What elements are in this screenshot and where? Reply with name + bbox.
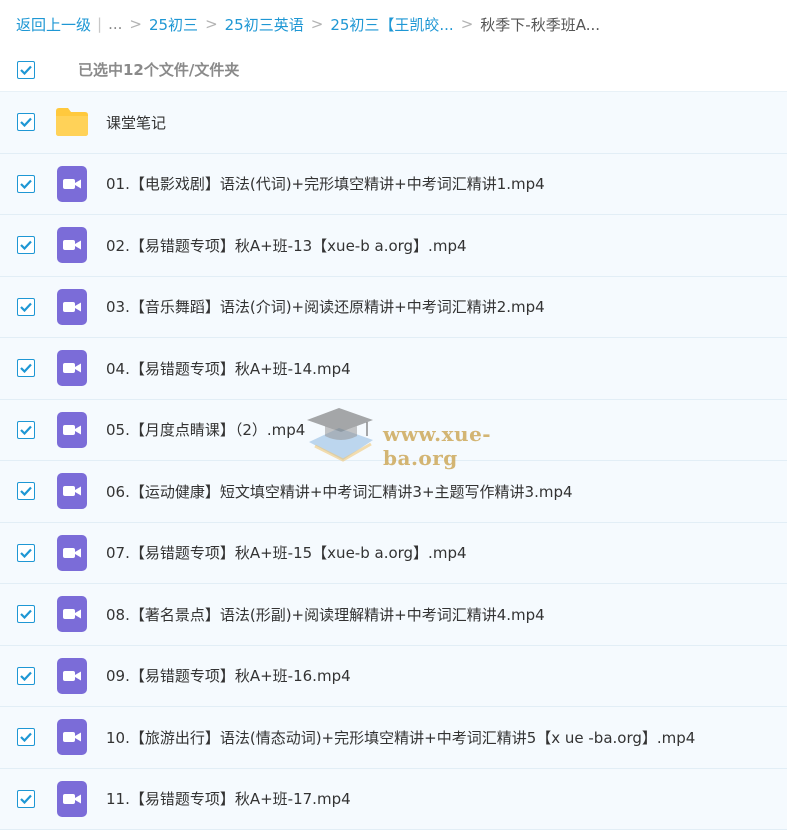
back-link[interactable]: 返回上一级 bbox=[16, 14, 91, 35]
file-checkbox[interactable] bbox=[17, 298, 35, 316]
check-icon bbox=[20, 609, 32, 619]
video-icon bbox=[54, 535, 90, 571]
breadcrumb-item-25chusan[interactable]: 25初三 bbox=[149, 14, 198, 35]
video-file-icon bbox=[57, 412, 87, 448]
video-file-icon bbox=[57, 596, 87, 632]
file-checkbox[interactable] bbox=[17, 359, 35, 377]
file-checkbox[interactable] bbox=[17, 667, 35, 685]
check-icon bbox=[20, 671, 32, 681]
file-row[interactable]: 05.【月度点睛课】（2）.mp4 bbox=[0, 400, 787, 462]
breadcrumb-item-english[interactable]: 25初三英语 bbox=[225, 14, 304, 35]
file-name[interactable]: 课堂笔记 bbox=[106, 112, 166, 133]
folder-icon bbox=[54, 104, 90, 140]
video-file-icon bbox=[57, 227, 87, 263]
file-name[interactable]: 03.【音乐舞蹈】语法(介词)+阅读还原精讲+中考词汇精讲2.mp4 bbox=[106, 296, 545, 317]
file-row[interactable]: 08.【著名景点】语法(形副)+阅读理解精讲+中考词汇精讲4.mp4 bbox=[0, 584, 787, 646]
video-icon bbox=[54, 658, 90, 694]
selection-bar: 已选中12个文件/文件夹 bbox=[0, 48, 787, 92]
breadcrumb-ellipsis[interactable]: ... bbox=[108, 15, 122, 33]
video-icon bbox=[54, 350, 90, 386]
file-checkbox[interactable] bbox=[17, 482, 35, 500]
check-icon bbox=[20, 179, 32, 189]
breadcrumb-item-teacher[interactable]: 25初三【王凯皎... bbox=[330, 14, 453, 35]
chevron-right-icon: > bbox=[129, 15, 142, 33]
select-all-checkbox[interactable] bbox=[17, 61, 35, 79]
check-icon bbox=[20, 302, 32, 312]
file-checkbox[interactable] bbox=[17, 728, 35, 746]
video-file-icon bbox=[57, 166, 87, 202]
file-row[interactable]: 01.【电影戏剧】语法(代词)+完形填空精讲+中考词汇精讲1.mp4 bbox=[0, 154, 787, 216]
video-icon bbox=[54, 596, 90, 632]
video-file-icon bbox=[57, 719, 87, 755]
file-name[interactable]: 04.【易错题专项】秋A+班-14.mp4 bbox=[106, 358, 351, 379]
file-name[interactable]: 08.【著名景点】语法(形副)+阅读理解精讲+中考词汇精讲4.mp4 bbox=[106, 604, 545, 625]
file-row[interactable]: 07.【易错题专项】秋A+班-15【xue-b a.org】.mp4 bbox=[0, 523, 787, 585]
file-checkbox[interactable] bbox=[17, 175, 35, 193]
file-row[interactable]: 06.【运动健康】短文填空精讲+中考词汇精讲3+主题写作精讲3.mp4 bbox=[0, 461, 787, 523]
file-row[interactable]: 04.【易错题专项】秋A+班-14.mp4 bbox=[0, 338, 787, 400]
file-row[interactable]: 02.【易错题专项】秋A+班-13【xue-b a.org】.mp4 bbox=[0, 215, 787, 277]
video-file-icon bbox=[57, 473, 87, 509]
file-name[interactable]: 01.【电影戏剧】语法(代词)+完形填空精讲+中考词汇精讲1.mp4 bbox=[106, 173, 545, 194]
video-icon bbox=[54, 781, 90, 817]
breadcrumb: 返回上一级 | ... > 25初三 > 25初三英语 > 25初三【王凯皎..… bbox=[0, 0, 787, 48]
breadcrumb-divider: | bbox=[97, 15, 102, 33]
file-name[interactable]: 11.【易错题专项】秋A+班-17.mp4 bbox=[106, 788, 351, 809]
check-icon bbox=[20, 363, 32, 373]
selection-count-label: 已选中12个文件/文件夹 bbox=[78, 59, 239, 80]
file-checkbox[interactable] bbox=[17, 605, 35, 623]
video-icon bbox=[54, 289, 90, 325]
check-icon bbox=[20, 486, 32, 496]
file-name[interactable]: 05.【月度点睛课】（2）.mp4 bbox=[106, 419, 305, 440]
video-icon bbox=[54, 166, 90, 202]
file-row[interactable]: 03.【音乐舞蹈】语法(介词)+阅读还原精讲+中考词汇精讲2.mp4 bbox=[0, 277, 787, 339]
file-row[interactable]: 11.【易错题专项】秋A+班-17.mp4 bbox=[0, 769, 787, 830]
file-checkbox[interactable] bbox=[17, 113, 35, 131]
video-icon bbox=[54, 473, 90, 509]
video-file-icon bbox=[57, 781, 87, 817]
video-icon bbox=[54, 227, 90, 263]
file-checkbox[interactable] bbox=[17, 544, 35, 562]
file-checkbox[interactable] bbox=[17, 421, 35, 439]
chevron-right-icon: > bbox=[311, 15, 324, 33]
breadcrumb-current: 秋季下-秋季班A... bbox=[480, 14, 600, 35]
check-icon bbox=[20, 240, 32, 250]
file-name[interactable]: 09.【易错题专项】秋A+班-16.mp4 bbox=[106, 665, 351, 686]
video-file-icon bbox=[57, 350, 87, 386]
chevron-right-icon: > bbox=[205, 15, 218, 33]
check-icon bbox=[20, 794, 32, 804]
video-file-icon bbox=[57, 289, 87, 325]
folder-icon bbox=[54, 104, 90, 140]
file-name[interactable]: 06.【运动健康】短文填空精讲+中考词汇精讲3+主题写作精讲3.mp4 bbox=[106, 481, 573, 502]
check-icon bbox=[20, 548, 32, 558]
video-file-icon bbox=[57, 535, 87, 571]
check-icon bbox=[20, 117, 32, 127]
file-list: 课堂笔记 01.【电影戏剧】语法(代词)+完形填空精讲+中考词汇精讲1.mp4 02… bbox=[0, 92, 787, 830]
check-icon bbox=[20, 732, 32, 742]
file-checkbox[interactable] bbox=[17, 790, 35, 808]
check-icon bbox=[20, 425, 32, 435]
check-icon bbox=[20, 65, 32, 75]
file-row[interactable]: 09.【易错题专项】秋A+班-16.mp4 bbox=[0, 646, 787, 708]
file-row[interactable]: 10.【旅游出行】语法(情态动词)+完形填空精讲+中考词汇精讲5【x ue -b… bbox=[0, 707, 787, 769]
file-name[interactable]: 02.【易错题专项】秋A+班-13【xue-b a.org】.mp4 bbox=[106, 235, 467, 256]
file-row[interactable]: 课堂笔记 bbox=[0, 92, 787, 154]
file-name[interactable]: 07.【易错题专项】秋A+班-15【xue-b a.org】.mp4 bbox=[106, 542, 467, 563]
video-icon bbox=[54, 412, 90, 448]
file-checkbox[interactable] bbox=[17, 236, 35, 254]
video-file-icon bbox=[57, 658, 87, 694]
chevron-right-icon: > bbox=[461, 15, 474, 33]
video-icon bbox=[54, 719, 90, 755]
file-name[interactable]: 10.【旅游出行】语法(情态动词)+完形填空精讲+中考词汇精讲5【x ue -b… bbox=[106, 727, 695, 748]
